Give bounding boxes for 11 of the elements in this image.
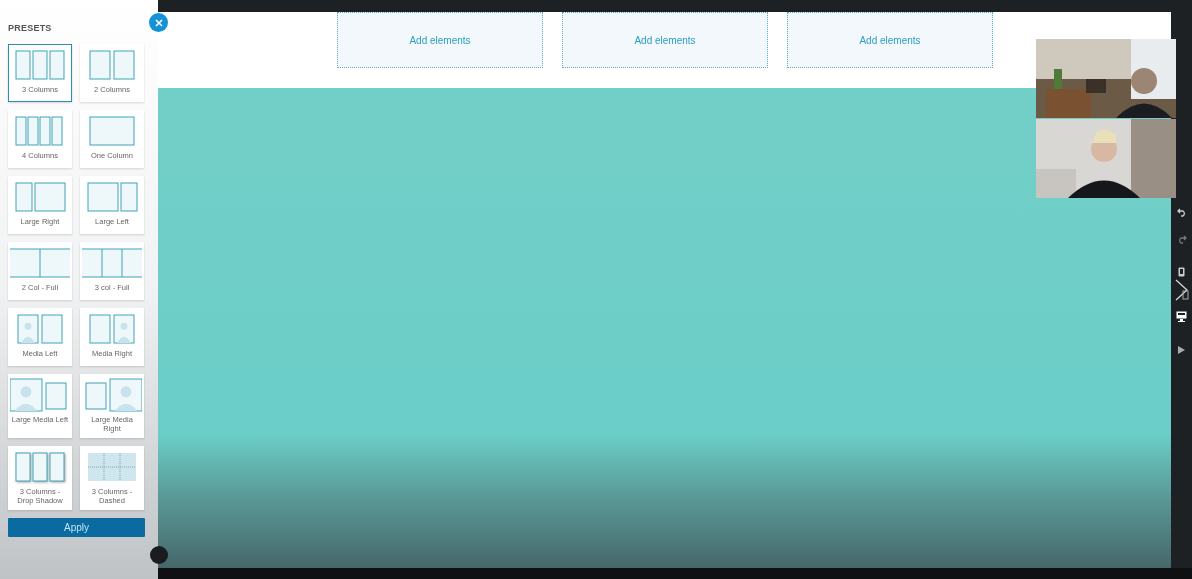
- apply-button[interactable]: Apply: [8, 517, 145, 537]
- phone-icon[interactable]: [1178, 267, 1185, 277]
- chevron-icon[interactable]: [1174, 279, 1189, 301]
- layout-icon: [82, 376, 142, 413]
- layout-icon: [10, 376, 70, 413]
- play-icon[interactable]: [1178, 346, 1185, 354]
- close-icon: [154, 18, 163, 27]
- panel-title: PRESETS: [8, 22, 53, 35]
- undo-icon[interactable]: [1176, 207, 1187, 217]
- desktop-icon[interactable]: [1176, 311, 1187, 322]
- redo-icon[interactable]: [1176, 234, 1187, 244]
